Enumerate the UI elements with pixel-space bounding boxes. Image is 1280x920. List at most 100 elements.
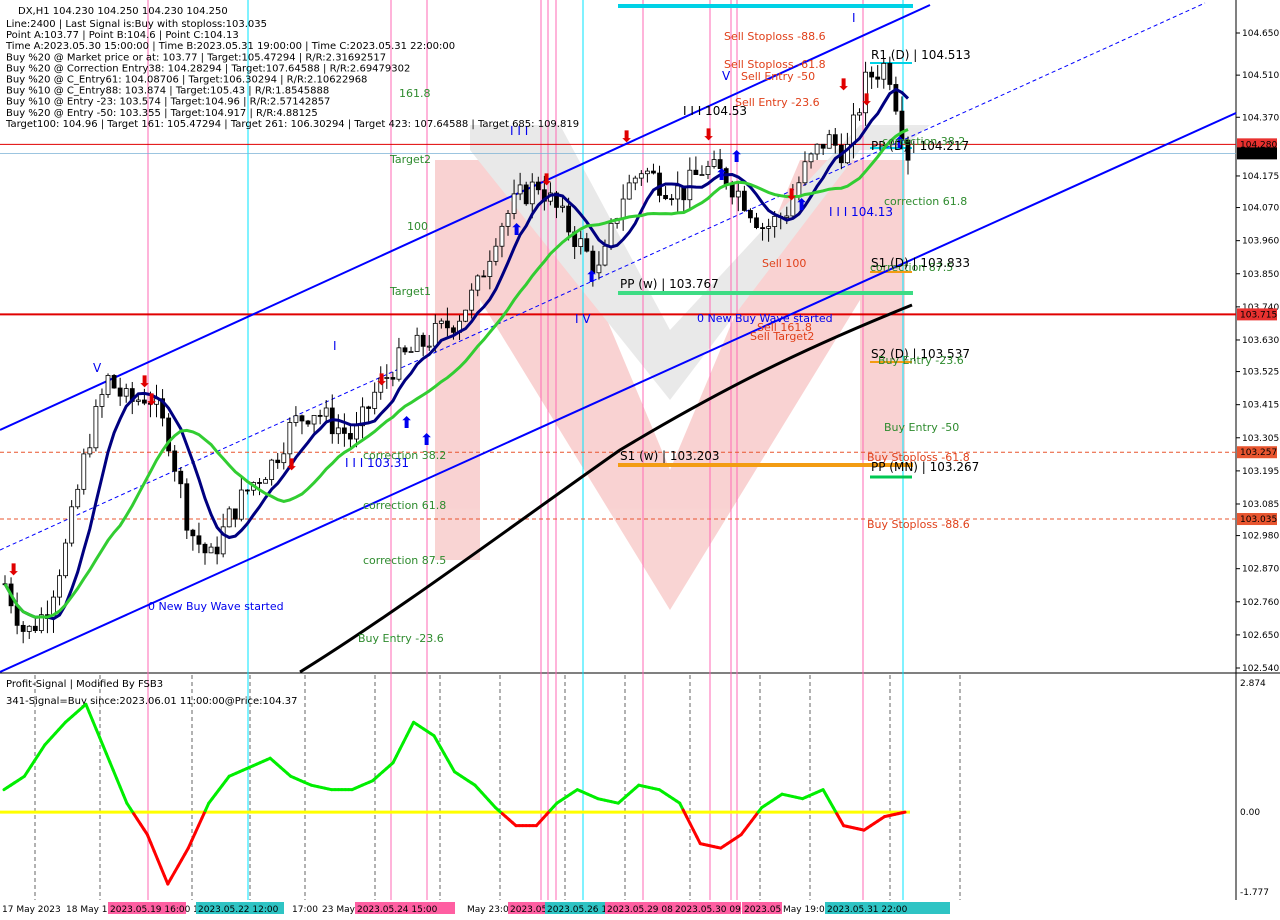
candle-body <box>663 194 668 200</box>
date-label: 23 May <box>322 905 356 915</box>
date-label: May 19:00 <box>783 905 831 915</box>
candle-body <box>584 238 590 252</box>
chart-root: ⬇⬇⬇⬇⬇⬇⬇ ⬇⬇⬇⬇⬆⬆⬆⬆⬆⬆⬆⬆ Sell Stoploss -88.6 … <box>0 0 1280 920</box>
sell-arrow: ⬇ <box>860 90 873 109</box>
date-label: 17 May 2023 <box>2 905 61 915</box>
pp-w-label: PP (w) | 103.767 <box>620 277 719 291</box>
candle-body <box>335 427 341 435</box>
fib-100-label: 100 <box>407 220 428 233</box>
osc-tick-label: -1.777 <box>1240 888 1269 898</box>
candle-body <box>438 320 444 324</box>
sell-arrow: ⬇ <box>837 75 850 94</box>
info-line-4: Buy %20 @ Correction Entry38: 104.28294 … <box>6 63 410 74</box>
candle-body <box>517 184 523 195</box>
buy-arrow: ⬆ <box>400 413 413 432</box>
candle-body <box>354 425 359 440</box>
buy-arrow: ⬆ <box>795 195 808 214</box>
candle-body <box>87 447 93 455</box>
candle-body <box>341 427 347 434</box>
wave-i2-label: I <box>852 11 856 25</box>
candle-body <box>348 433 353 440</box>
price-tick-label: 103.305 <box>1242 434 1279 444</box>
candle-body <box>523 184 529 205</box>
candle-body <box>578 238 584 247</box>
buy-entry-236-left: Buy Entry -23.6 <box>358 632 444 645</box>
sell-arrow: ⬇ <box>702 125 715 144</box>
candle-body <box>857 112 862 116</box>
wave-iv-label: I V <box>575 312 591 326</box>
sell-arrow: ⬇ <box>540 170 553 189</box>
candle-body <box>820 143 826 149</box>
candle-body <box>608 222 614 247</box>
osc-axis: 2.874 0.00 -1.777 <box>1240 679 1269 898</box>
candle-body <box>741 190 747 211</box>
info-line-6: Buy %10 @ C_Entry88: 103.874 | Target:10… <box>6 86 329 97</box>
s1-d-label: S1 (D) | 103.833 <box>871 256 970 270</box>
candle-body <box>245 489 250 492</box>
candle-body <box>784 215 790 218</box>
sell-arrow: ⬇ <box>375 370 388 389</box>
date-highlight-label: 2023.05.22 12:00 <box>198 905 279 915</box>
candle-body <box>287 422 293 455</box>
date-label: 17:00 <box>292 905 318 915</box>
correction-875-left: correction 87.5 <box>363 554 446 567</box>
sell-arrow: ⬇ <box>285 455 298 474</box>
candle-body <box>638 173 644 179</box>
correction-382-right: correction 38.2 <box>882 135 965 148</box>
candle-body <box>57 575 62 598</box>
candle-body <box>257 482 262 484</box>
sell-entry-236-label: Sell Entry -23.6 <box>735 96 820 109</box>
candle-body <box>566 205 572 233</box>
sell-target2-label: Sell Target2 <box>750 330 814 343</box>
buy-arrow: ⬆ <box>730 147 743 166</box>
date-axis: 17 May 202318 May 11917:0023 MayMay 23:0… <box>0 900 1280 920</box>
candle-body <box>81 453 87 490</box>
sell-100-label: Sell 100 <box>762 257 806 270</box>
candle-body <box>93 406 99 449</box>
candle-body <box>426 345 432 348</box>
candle-body <box>499 225 505 247</box>
date-highlight-label: 2023.05 <box>744 905 781 915</box>
candle-body <box>20 624 26 632</box>
sell-entry-50-label: Sell Entry -50 <box>741 70 815 83</box>
info-line-9: Target100: 104.96 | Target 161: 105.4729… <box>5 119 579 130</box>
candle-body <box>75 488 81 508</box>
candle-body <box>432 323 438 347</box>
candle-body <box>111 375 117 389</box>
date-highlight-label: 2023.05.19 16:00 <box>110 905 191 915</box>
sell-arrow: ⬇ <box>7 560 20 579</box>
candle-body <box>645 170 650 175</box>
candle-body <box>105 375 111 395</box>
candle-body <box>602 245 608 266</box>
candle-body <box>529 181 535 205</box>
wave-v-label: V <box>93 361 102 375</box>
buy-entry-236-right: Buy Entry -23.6 <box>878 354 964 367</box>
candle-body <box>445 320 450 329</box>
price-tick-label: 103.525 <box>1242 368 1279 378</box>
price-tick-label: 104.070 <box>1242 204 1279 214</box>
candle-body <box>869 71 875 78</box>
candle-body <box>669 198 675 201</box>
new-buy-wave-right: 0 New Buy Wave started <box>697 312 833 325</box>
candle-body <box>208 546 214 554</box>
candle-body <box>226 508 232 528</box>
candle-body <box>657 172 662 196</box>
candle-body <box>172 450 178 472</box>
price-tick-label: 104.370 <box>1242 113 1279 123</box>
buy-entry-50-right: Buy Entry -50 <box>884 421 959 434</box>
osc-signal: 341-Signal=Buy since:2023.06.01 11:00:00… <box>6 696 298 707</box>
candle-body <box>851 114 856 145</box>
price-tick-label: 102.540 <box>1242 664 1279 674</box>
candle-body <box>705 166 711 175</box>
candle-body <box>299 415 305 422</box>
candle-body <box>693 169 699 176</box>
correction-618-left: correction 61.8 <box>363 499 446 512</box>
candle-body <box>69 506 75 544</box>
candle-body <box>881 62 887 80</box>
candle-body <box>887 62 893 85</box>
candle-body <box>323 407 329 417</box>
fib-1618-label: 161.8 <box>399 87 431 100</box>
correction-382-left: correction 38.2 <box>363 449 446 462</box>
buy-arrow: ⬆ <box>585 267 598 286</box>
price-tick-label: 102.650 <box>1242 631 1279 641</box>
